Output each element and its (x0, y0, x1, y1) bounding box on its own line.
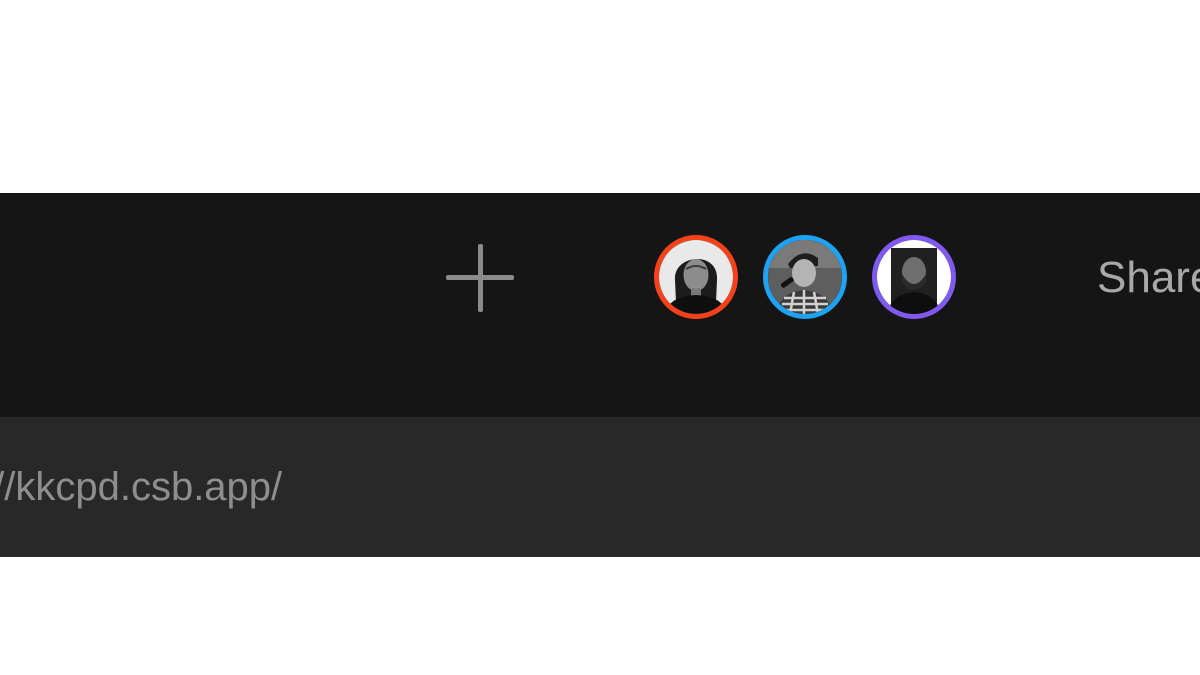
avatar-man-microphone-icon (768, 240, 842, 314)
plus-icon[interactable] (446, 244, 514, 312)
share-button[interactable]: Share (1097, 251, 1200, 305)
collaborator-avatar-2[interactable] (763, 235, 847, 319)
avatar-woman-icon (659, 240, 733, 314)
collaborator-avatar-3[interactable] (872, 235, 956, 319)
avatar-man-beard-icon (877, 240, 951, 314)
toolbar: Share (0, 193, 1200, 417)
browser-window: Share ://kkcpd.csb.app/ (0, 193, 1200, 557)
address-bar[interactable]: ://kkcpd.csb.app/ (0, 417, 1200, 557)
collaborator-avatar-1[interactable] (654, 235, 738, 319)
url-field[interactable]: ://kkcpd.csb.app/ (0, 462, 282, 512)
